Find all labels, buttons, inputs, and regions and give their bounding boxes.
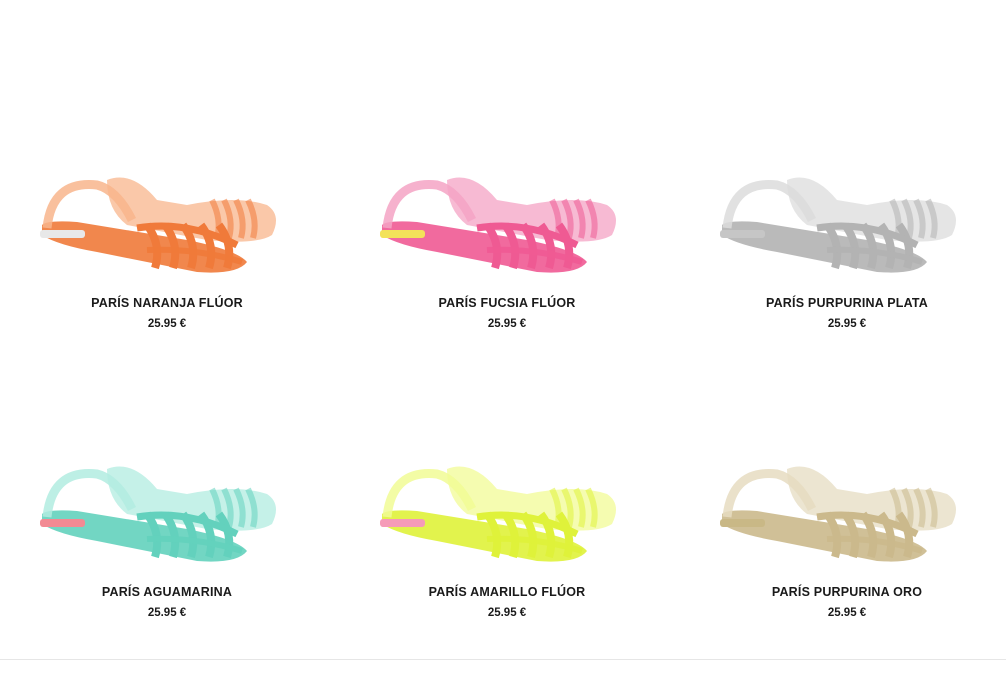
product-card[interactable]: PARÍS AMARILLO FLÚOR 25.95 €: [357, 459, 657, 659]
product-name[interactable]: PARÍS PURPURINA ORO: [697, 585, 997, 599]
product-image[interactable]: [357, 459, 657, 589]
product-card[interactable]: PARÍS NARANJA FLÚOR 25.95 €: [17, 170, 317, 370]
sandal-image: [720, 177, 956, 273]
product-card[interactable]: PARÍS AGUAMARINA 25.95 €: [17, 459, 317, 659]
product-price: 25.95 €: [827, 607, 867, 619]
sandal-image: [40, 177, 276, 273]
product-name[interactable]: PARÍS NARANJA FLÚOR: [17, 296, 317, 310]
sandal-image: [380, 466, 616, 562]
product-card[interactable]: PARÍS PURPURINA ORO 25.95 €: [697, 459, 997, 659]
product-price: 25.95 €: [147, 607, 187, 619]
product-price: 25.95 €: [487, 318, 527, 330]
footer-divider: [0, 659, 1006, 660]
product-price: 25.95 €: [147, 318, 187, 330]
product-name[interactable]: PARÍS AGUAMARINA: [17, 585, 317, 599]
sandal-image: [380, 177, 616, 273]
product-image[interactable]: [697, 459, 997, 589]
product-name[interactable]: PARÍS FUCSIA FLÚOR: [357, 296, 657, 310]
product-name[interactable]: PARÍS PURPURINA PLATA: [697, 296, 997, 310]
product-image[interactable]: [697, 170, 997, 300]
product-name[interactable]: PARÍS AMARILLO FLÚOR: [357, 585, 657, 599]
product-image[interactable]: [357, 170, 657, 300]
product-image[interactable]: [17, 459, 317, 589]
product-price: 25.95 €: [487, 607, 527, 619]
product-grid: PARÍS NARANJA FLÚOR 25.95 € PARÍS FUCSIA…: [0, 0, 1006, 674]
product-card[interactable]: PARÍS FUCSIA FLÚOR 25.95 €: [357, 170, 657, 370]
sandal-image: [40, 466, 276, 562]
sandal-image: [720, 466, 956, 562]
product-image[interactable]: [17, 170, 317, 300]
product-card[interactable]: PARÍS PURPURINA PLATA 25.95 €: [697, 170, 997, 370]
product-price: 25.95 €: [827, 318, 867, 330]
